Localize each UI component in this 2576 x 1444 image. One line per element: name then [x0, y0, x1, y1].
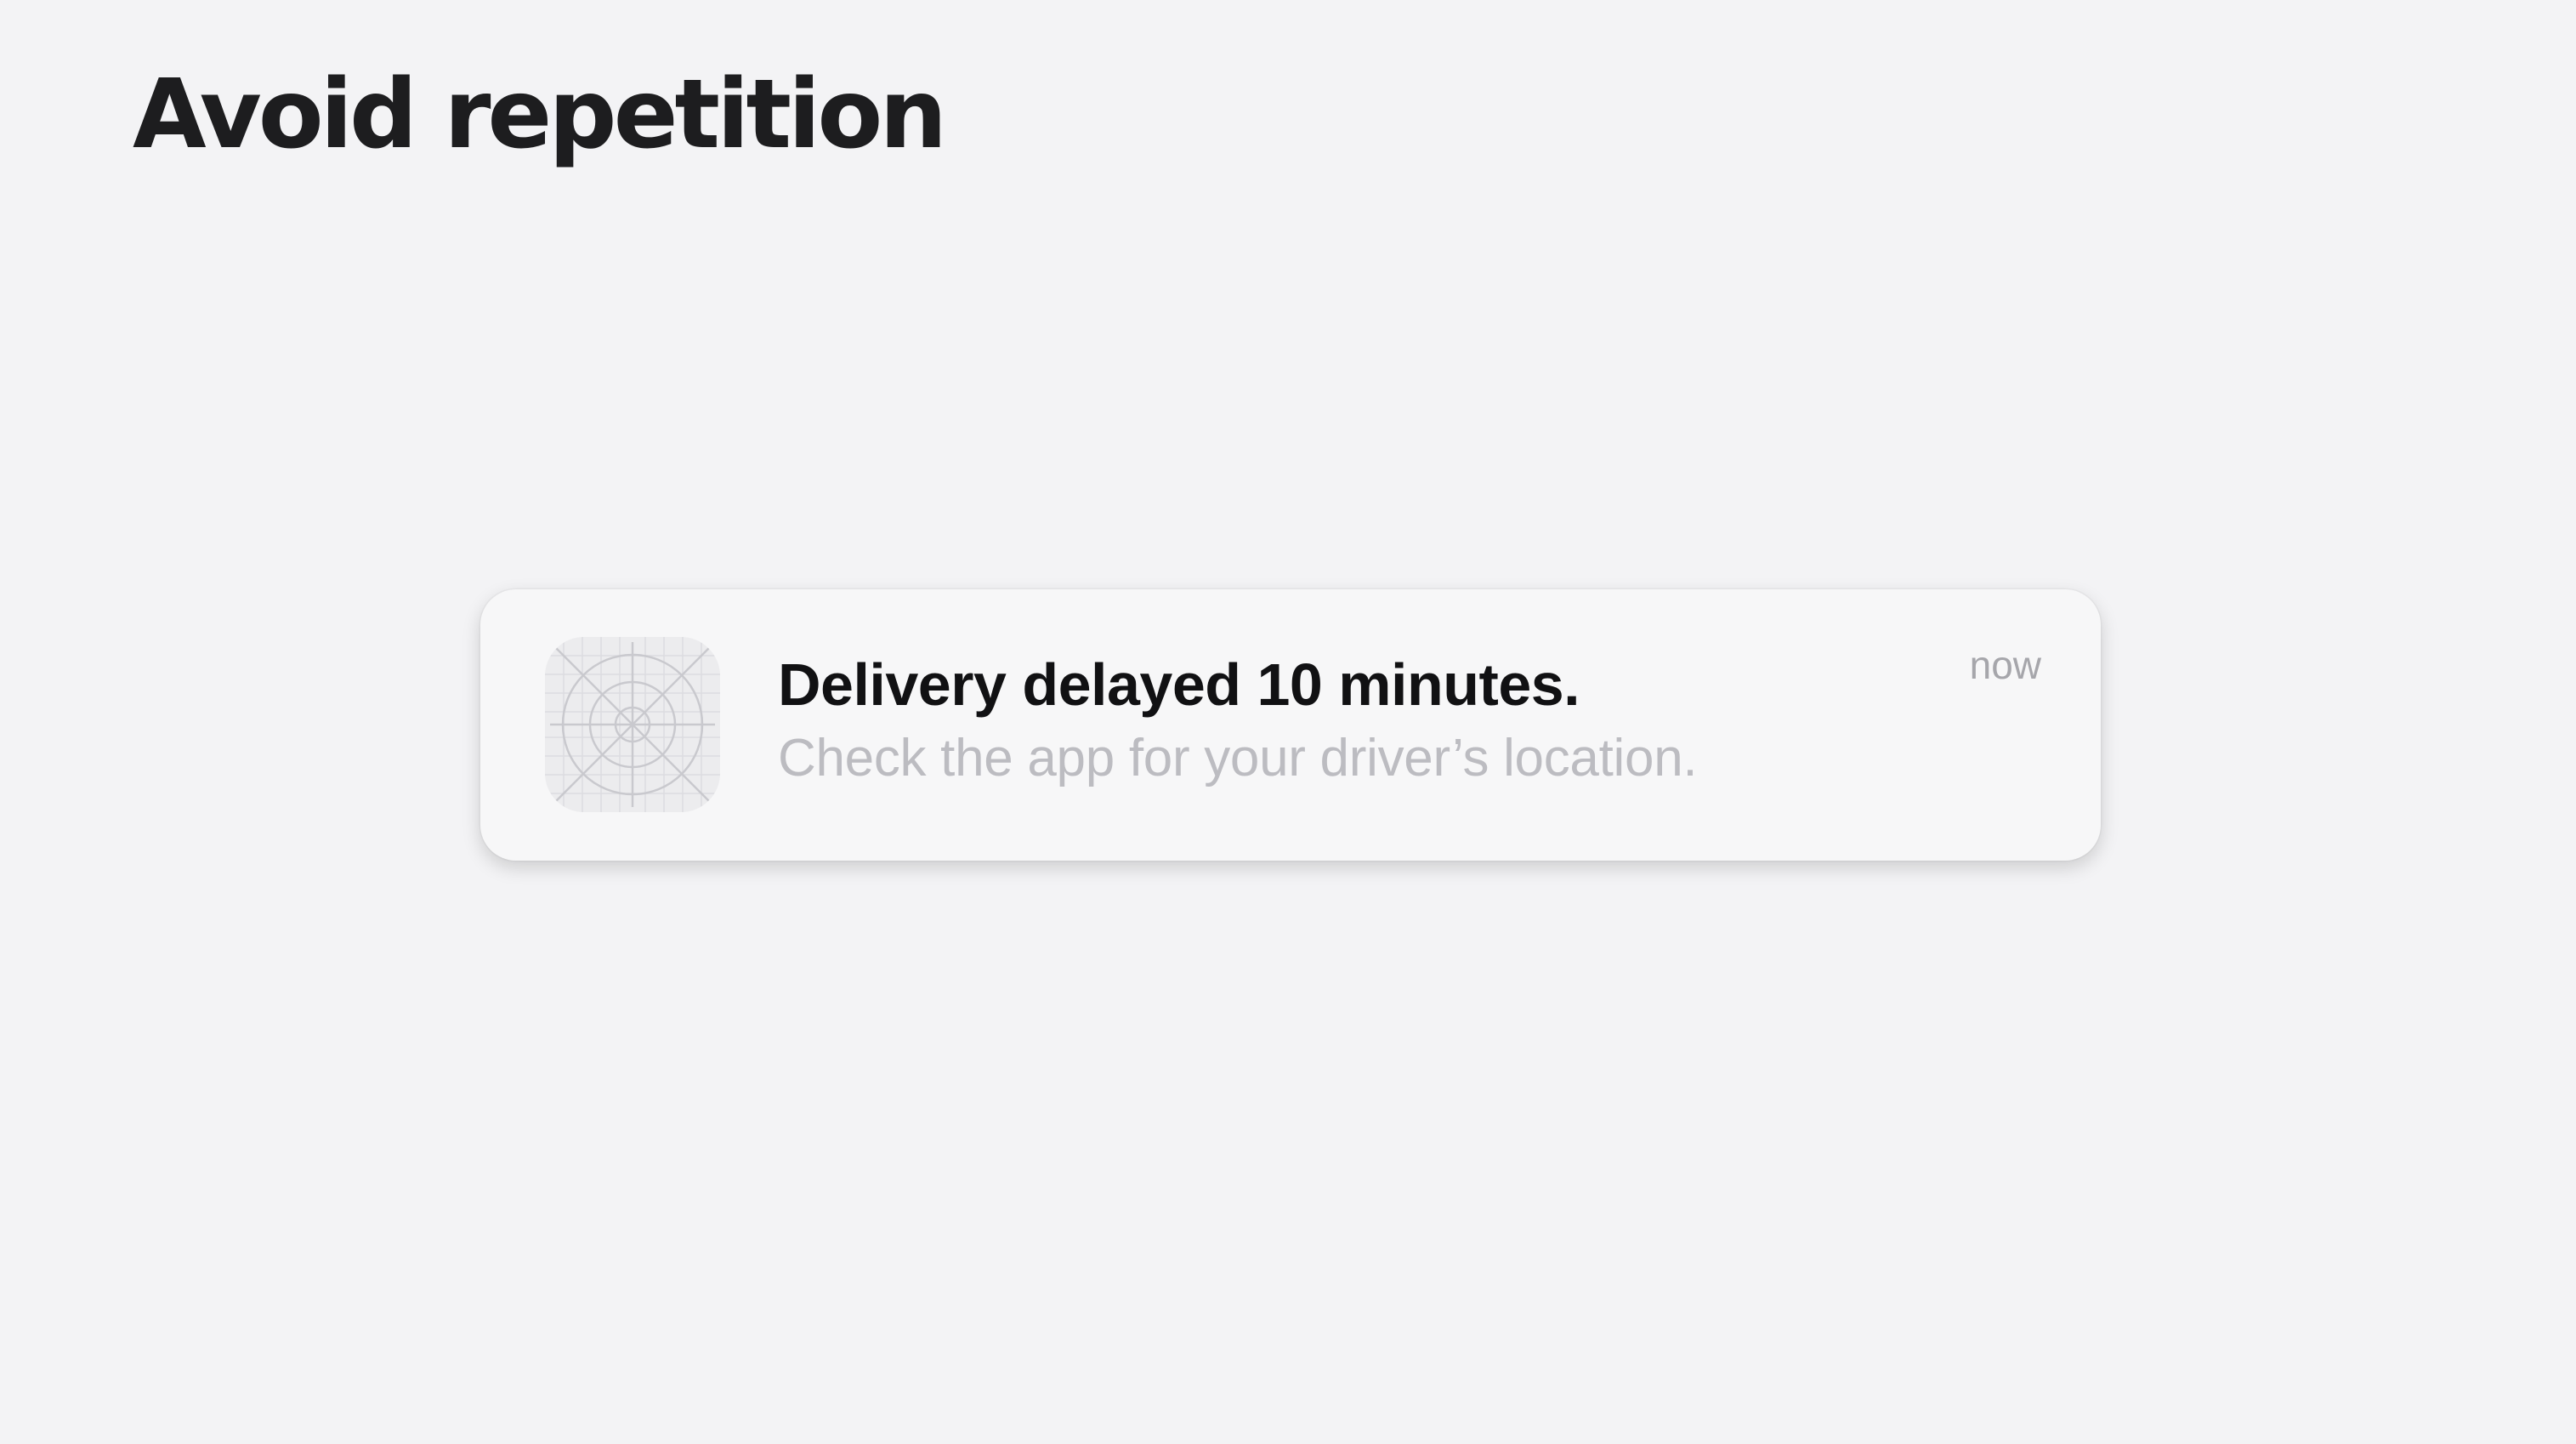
notification-body: Check the app for your driver’s location… [778, 729, 1698, 787]
notification-timestamp: now [1969, 643, 2041, 687]
notification-title: Delivery delayed 10 minutes. [778, 651, 1580, 718]
slide-title: Avoid repetition [133, 60, 947, 170]
notification-banner[interactable]: Delivery delayed 10 minutes. Check the a… [480, 589, 2101, 861]
app-placeholder-icon [545, 637, 720, 812]
